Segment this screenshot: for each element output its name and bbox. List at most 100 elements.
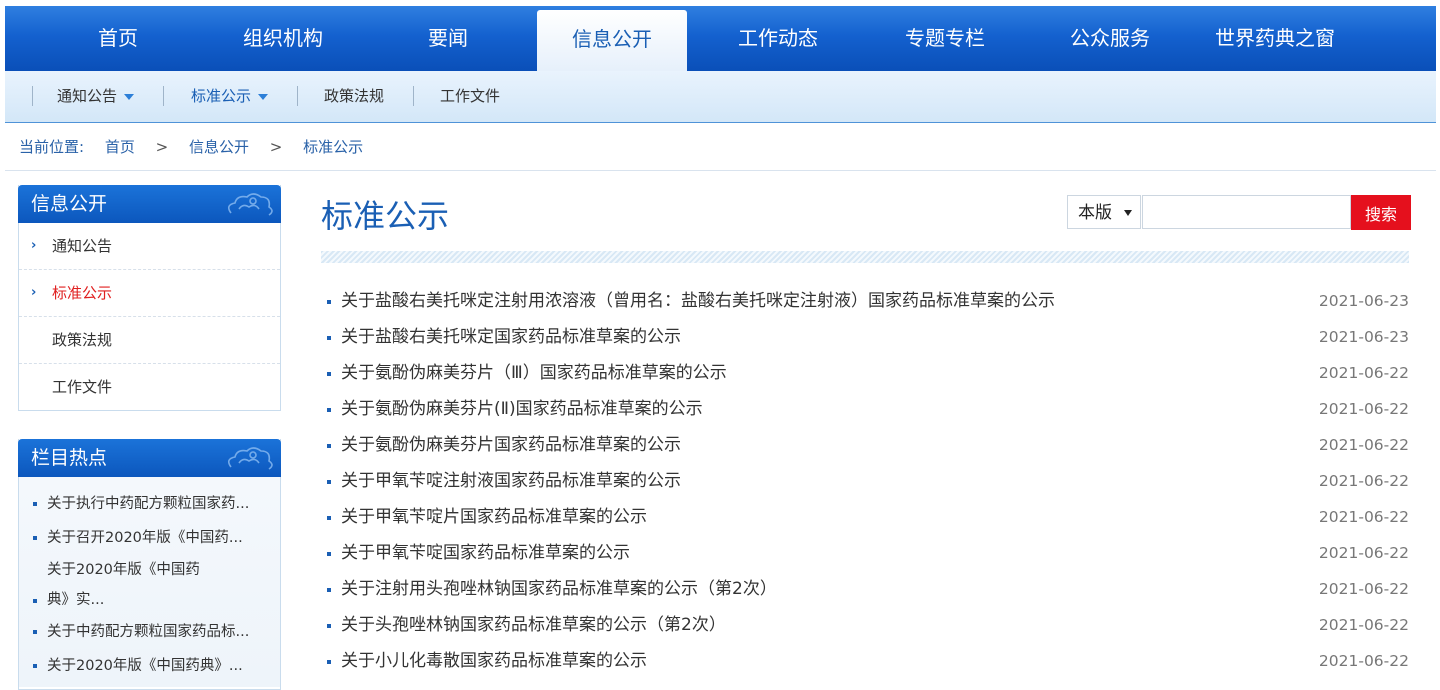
- article-title[interactable]: 关于氨酚伪麻美芬片(Ⅱ)国家药品标准草案的公示: [341, 391, 703, 427]
- article-title[interactable]: 关于甲氧苄啶注射液国家药品标准草案的公示: [341, 463, 681, 499]
- page-title: 标准公示: [321, 197, 450, 235]
- article-date: 2021-06-23: [1318, 328, 1409, 346]
- bullet-icon: [327, 408, 331, 412]
- article-date: 2021-06-22: [1318, 472, 1409, 490]
- hot-topics-title: 栏目热点: [18, 439, 281, 477]
- hot-topic-item[interactable]: 关于2020年版《中国药典》实...: [31, 555, 217, 615]
- article-title[interactable]: 关于注射用头孢唑林钠国家药品标准草案的公示（第2次）: [341, 571, 777, 607]
- sidebar-title-text: 信息公开: [31, 193, 108, 215]
- hot-topic-item[interactable]: 关于中药配方颗粒国家药品标...: [31, 615, 274, 649]
- article-date: 2021-06-22: [1318, 400, 1409, 418]
- bullet-icon: [327, 552, 331, 556]
- subnav-work-documents[interactable]: 工作文件: [440, 71, 500, 122]
- breadcrumb-prefix: 当前位置:: [19, 138, 85, 156]
- sidebar-item-notices[interactable]: › 通知公告: [19, 223, 280, 270]
- sidebar-hot-topics: 栏目热点 关于执行中药配方颗粒国家药... 关于召开2020年版《中国药... …: [18, 439, 281, 690]
- article-date: 2021-06-22: [1318, 364, 1409, 382]
- bullet-icon: [327, 660, 331, 664]
- sidebar-section-menu: 信息公开 › 通知公告 › 标准公示 政策法规 工作文件: [18, 185, 281, 411]
- caret-down-icon: [124, 93, 135, 100]
- chevron-right-icon: ›: [31, 238, 37, 253]
- bullet-icon: [33, 502, 37, 506]
- article-date: 2021-06-22: [1318, 508, 1409, 526]
- article-row[interactable]: 关于盐酸右美托咪定注射用浓溶液（曾用名：盐酸右美托咪定注射液）国家药品标准草案的…: [321, 283, 1409, 319]
- article-date: 2021-06-23: [1318, 292, 1409, 310]
- sub-nav-divider: [163, 86, 164, 106]
- sidebar-item-standard-announcements[interactable]: › 标准公示: [19, 270, 280, 317]
- breadcrumb-standard-announcements[interactable]: 标准公示: [303, 138, 363, 156]
- sidebar-item-policies[interactable]: 政策法规: [19, 317, 280, 364]
- article-title[interactable]: 关于盐酸右美托咪定国家药品标准草案的公示: [341, 319, 681, 355]
- bullet-icon: [33, 664, 37, 668]
- article-row[interactable]: 关于盐酸右美托咪定国家药品标准草案的公示 2021-06-23: [321, 319, 1409, 355]
- caret-down-icon: [1124, 210, 1132, 216]
- nav-news[interactable]: 要闻: [408, 6, 488, 71]
- hot-topic-item[interactable]: 关于执行中药配方颗粒国家药...: [31, 487, 274, 521]
- article-row[interactable]: 关于氨酚伪麻美芬片（Ⅲ）国家药品标准草案的公示 2021-06-22: [321, 355, 1409, 391]
- nav-home[interactable]: 首页: [78, 6, 158, 71]
- main-nav: 首页 组织机构 要闻 信息公开 工作动态 专题专栏 公众服务 世界药典之窗: [5, 6, 1436, 71]
- article-title[interactable]: 关于小儿化毒散国家药品标准草案的公示: [341, 643, 647, 679]
- nav-organization[interactable]: 组织机构: [233, 6, 333, 71]
- chevron-right-icon: ›: [31, 285, 37, 300]
- article-row[interactable]: 关于甲氧苄啶注射液国家药品标准草案的公示 2021-06-22: [321, 463, 1409, 499]
- sub-nav-divider: [32, 86, 33, 106]
- nav-special-topics[interactable]: 专题专栏: [895, 6, 995, 71]
- sidebar-item-label: 通知公告: [52, 237, 113, 255]
- article-row[interactable]: 关于头孢唑林钠国家药品标准草案的公示（第2次） 2021-06-22: [321, 607, 1409, 643]
- article-row[interactable]: 关于氨酚伪麻美芬片(Ⅱ)国家药品标准草案的公示 2021-06-22: [321, 391, 1409, 427]
- breadcrumb-separator: >: [155, 138, 169, 156]
- breadcrumb-home[interactable]: 首页: [105, 138, 135, 156]
- breadcrumb-info-disclosure[interactable]: 信息公开: [189, 138, 249, 156]
- bullet-icon: [327, 300, 331, 304]
- bullet-icon: [33, 599, 37, 603]
- search-scope-value: 本版: [1078, 203, 1112, 223]
- caret-down-icon: [258, 93, 269, 100]
- nav-world-pharmacopoeia[interactable]: 世界药典之窗: [1205, 6, 1345, 71]
- nav-info-disclosure[interactable]: 信息公开: [537, 10, 687, 71]
- article-date: 2021-06-22: [1318, 436, 1409, 454]
- article-title[interactable]: 关于氨酚伪麻美芬片（Ⅲ）国家药品标准草案的公示: [341, 355, 727, 391]
- search-input[interactable]: [1142, 195, 1351, 229]
- article-list: 关于盐酸右美托咪定注射用浓溶液（曾用名：盐酸右美托咪定注射液）国家药品标准草案的…: [321, 283, 1409, 679]
- article-date: 2021-06-22: [1318, 616, 1409, 634]
- search-button[interactable]: 搜索: [1351, 195, 1411, 230]
- article-date: 2021-06-22: [1318, 652, 1409, 670]
- bullet-icon: [33, 630, 37, 634]
- article-title[interactable]: 关于氨酚伪麻美芬片国家药品标准草案的公示: [341, 427, 681, 463]
- hot-topic-text: 关于中药配方颗粒国家药品标...: [47, 624, 250, 640]
- hot-topic-text: 关于2020年版《中国药典》...: [47, 658, 243, 674]
- sub-nav-divider: [413, 86, 414, 106]
- article-title[interactable]: 关于盐酸右美托咪定注射用浓溶液（曾用名：盐酸右美托咪定注射液）国家药品标准草案的…: [341, 283, 1055, 319]
- article-row[interactable]: 关于注射用头孢唑林钠国家药品标准草案的公示（第2次） 2021-06-22: [321, 571, 1409, 607]
- bullet-icon: [327, 336, 331, 340]
- hot-topic-text: 关于召开2020年版《中国药...: [47, 530, 243, 546]
- sidebar-section-title: 信息公开: [18, 185, 281, 223]
- sidebar-item-label: 标准公示: [52, 284, 113, 302]
- nav-work-updates[interactable]: 工作动态: [728, 6, 828, 71]
- article-title[interactable]: 关于甲氧苄啶片国家药品标准草案的公示: [341, 499, 647, 535]
- cloud-ornament-icon: [227, 447, 273, 470]
- article-row[interactable]: 关于氨酚伪麻美芬片国家药品标准草案的公示 2021-06-22: [321, 427, 1409, 463]
- bullet-icon: [327, 516, 331, 520]
- hot-topic-text: 关于执行中药配方颗粒国家药...: [47, 496, 250, 512]
- breadcrumb-separator: >: [269, 138, 283, 156]
- article-title[interactable]: 关于甲氧苄啶国家药品标准草案的公示: [341, 535, 630, 571]
- hot-topic-item[interactable]: 关于2020年版《中国药典》...: [31, 649, 274, 683]
- sidebar-item-work-documents[interactable]: 工作文件: [19, 364, 280, 410]
- article-title[interactable]: 关于头孢唑林钠国家药品标准草案的公示（第2次）: [341, 607, 726, 643]
- hot-topic-item[interactable]: 关于召开2020年版《中国药...: [31, 521, 274, 555]
- subnav-standard-announcements[interactable]: 标准公示: [191, 71, 269, 122]
- search-scope-select[interactable]: 本版: [1067, 195, 1141, 229]
- article-row[interactable]: 关于小儿化毒散国家药品标准草案的公示 2021-06-22: [321, 643, 1409, 679]
- article-row[interactable]: 关于甲氧苄啶国家药品标准草案的公示 2021-06-22: [321, 535, 1409, 571]
- hot-topics-list: 关于执行中药配方颗粒国家药... 关于召开2020年版《中国药... 关于202…: [19, 477, 280, 687]
- subnav-policies[interactable]: 政策法规: [324, 71, 384, 122]
- bullet-icon: [327, 480, 331, 484]
- bullet-icon: [327, 372, 331, 376]
- sidebar-item-label: 工作文件: [52, 378, 113, 396]
- sub-nav: 通知公告 标准公示 政策法规 工作文件: [5, 71, 1436, 123]
- nav-public-services[interactable]: 公众服务: [1060, 6, 1160, 71]
- subnav-notices[interactable]: 通知公告: [57, 71, 135, 122]
- article-row[interactable]: 关于甲氧苄啶片国家药品标准草案的公示 2021-06-22: [321, 499, 1409, 535]
